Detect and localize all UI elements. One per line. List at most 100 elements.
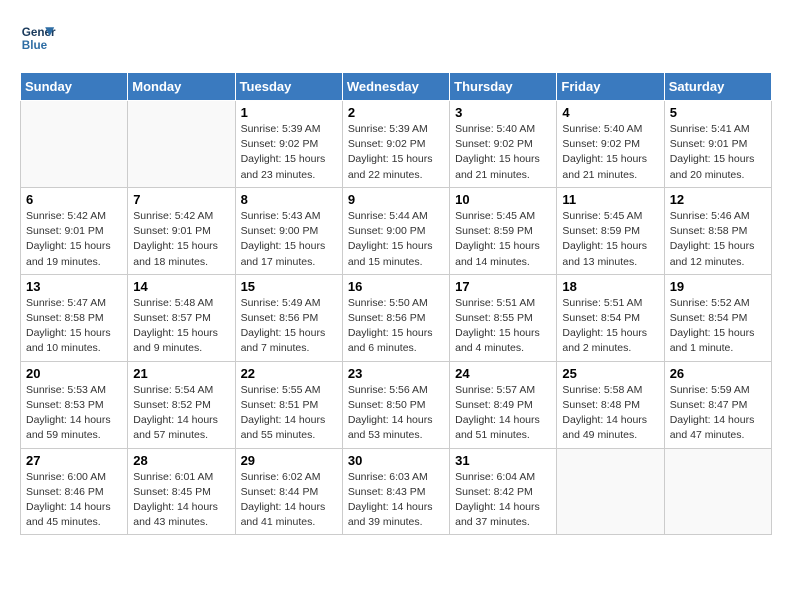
cell-info: Sunrise: 5:52 AMSunset: 8:54 PMDaylight:… — [670, 296, 766, 357]
calendar-cell: 28 Sunrise: 6:01 AMSunset: 8:45 PMDayligh… — [128, 448, 235, 535]
calendar-week-4: 20Sunrise: 5:53 AMSunset: 8:53 PMDayligh… — [21, 361, 772, 448]
calendar-cell: 2 Sunrise: 5:39 AMSunset: 9:02 PMDaylight… — [342, 101, 449, 188]
calendar-cell: 24 Sunrise: 5:57 AMSunset: 8:49 PMDayligh… — [450, 361, 557, 448]
cell-info: Sunrise: 5:45 AMSunset: 8:59 PMDaylight:… — [455, 209, 551, 270]
calendar-header-row: SundayMondayTuesdayWednesdayThursdayFrid… — [21, 73, 772, 101]
calendar-cell — [664, 448, 771, 535]
day-number: 6 — [26, 192, 122, 207]
calendar-cell: 16 Sunrise: 5:50 AMSunset: 8:56 PMDayligh… — [342, 274, 449, 361]
day-number: 3 — [455, 105, 551, 120]
calendar-cell: 18 Sunrise: 5:51 AMSunset: 8:54 PMDayligh… — [557, 274, 664, 361]
cell-info: Sunrise: 5:55 AMSunset: 8:51 PMDaylight:… — [241, 383, 337, 444]
calendar-cell: 1Sunrise: 5:39 AMSunset: 9:02 PMDaylight… — [235, 101, 342, 188]
cell-info: Sunrise: 5:53 AMSunset: 8:53 PMDaylight:… — [26, 383, 122, 444]
cell-info: Sunrise: 5:59 AMSunset: 8:47 PMDaylight:… — [670, 383, 766, 444]
calendar-cell: 5Sunrise: 5:41 AMSunset: 9:01 PMDaylight… — [664, 101, 771, 188]
calendar-cell: 26 Sunrise: 5:59 AMSunset: 8:47 PMDayligh… — [664, 361, 771, 448]
day-header-sunday: Sunday — [21, 73, 128, 101]
day-header-thursday: Thursday — [450, 73, 557, 101]
calendar-cell: 15 Sunrise: 5:49 AMSunset: 8:56 PMDayligh… — [235, 274, 342, 361]
cell-info: Sunrise: 5:42 AMSunset: 9:01 PMDaylight:… — [133, 209, 229, 270]
logo: General Blue — [20, 20, 56, 56]
day-number: 27 — [26, 453, 122, 468]
cell-info: Sunrise: 5:58 AMSunset: 8:48 PMDaylight:… — [562, 383, 658, 444]
cell-info: Sunrise: 5:44 AMSunset: 9:00 PMDaylight:… — [348, 209, 444, 270]
day-number: 1 — [241, 105, 337, 120]
calendar-cell: 10 Sunrise: 5:45 AMSunset: 8:59 PMDayligh… — [450, 187, 557, 274]
day-number: 24 — [455, 366, 551, 381]
calendar-cell: 21 Sunrise: 5:54 AMSunset: 8:52 PMDayligh… — [128, 361, 235, 448]
day-number: 25 — [562, 366, 658, 381]
calendar-table: SundayMondayTuesdayWednesdayThursdayFrid… — [20, 72, 772, 535]
cell-info: Sunrise: 5:51 AMSunset: 8:55 PMDaylight:… — [455, 296, 551, 357]
day-number: 28 — [133, 453, 229, 468]
cell-info: Sunrise: 5:49 AMSunset: 8:56 PMDaylight:… — [241, 296, 337, 357]
day-number: 8 — [241, 192, 337, 207]
cell-info: Sunrise: 5:40 AMSunset: 9:02 PMDaylight:… — [562, 122, 658, 183]
day-number: 26 — [670, 366, 766, 381]
calendar-cell — [557, 448, 664, 535]
cell-info: Sunrise: 5:50 AMSunset: 8:56 PMDaylight:… — [348, 296, 444, 357]
cell-info: Sunrise: 5:57 AMSunset: 8:49 PMDaylight:… — [455, 383, 551, 444]
calendar-week-5: 27 Sunrise: 6:00 AMSunset: 8:46 PMDayligh… — [21, 448, 772, 535]
day-number: 23 — [348, 366, 444, 381]
day-number: 19 — [670, 279, 766, 294]
day-number: 30 — [348, 453, 444, 468]
day-number: 9 — [348, 192, 444, 207]
cell-info: Sunrise: 5:42 AMSunset: 9:01 PMDaylight:… — [26, 209, 122, 270]
calendar-cell: 4 Sunrise: 5:40 AMSunset: 9:02 PMDaylight… — [557, 101, 664, 188]
calendar-cell — [21, 101, 128, 188]
cell-info: Sunrise: 6:04 AMSunset: 8:42 PMDaylight:… — [455, 470, 551, 531]
cell-info: Sunrise: 5:40 AMSunset: 9:02 PMDaylight:… — [455, 122, 551, 183]
calendar-body: 1 Sunrise: 5:39 AMSunset: 9:02 PMDaylight… — [21, 101, 772, 535]
calendar-cell: 11Sunrise: 5:45 AMSunset: 8:59 PMDayligh… — [557, 187, 664, 274]
calendar-cell: 22 Sunrise: 5:55 AMSunset: 8:51 PMDayligh… — [235, 361, 342, 448]
calendar-week-3: 13 Sunrise: 5:47 AMSunset: 8:58 PMDayligh… — [21, 274, 772, 361]
day-header-tuesday: Tuesday — [235, 73, 342, 101]
calendar-week-1: 1 Sunrise: 5:39 AMSunset: 9:02 PMDaylight… — [21, 101, 772, 188]
calendar-cell — [128, 101, 235, 188]
day-number: 16 — [348, 279, 444, 294]
day-number: 29 — [241, 453, 337, 468]
calendar-cell: 29Sunrise: 6:02 AMSunset: 8:44 PMDayligh… — [235, 448, 342, 535]
cell-info: Sunrise: 5:47 AMSunset: 8:58 PMDaylight:… — [26, 296, 122, 357]
day-number: 4 — [562, 105, 658, 120]
day-header-friday: Friday — [557, 73, 664, 101]
day-number: 11 — [562, 192, 658, 207]
day-header-wednesday: Wednesday — [342, 73, 449, 101]
cell-info: Sunrise: 6:03 AMSunset: 8:43 PMDaylight:… — [348, 470, 444, 531]
day-number: 15 — [241, 279, 337, 294]
calendar-cell: 25 Sunrise: 5:58 AMSunset: 8:48 PMDayligh… — [557, 361, 664, 448]
cell-info: Sunrise: 5:54 AMSunset: 8:52 PMDaylight:… — [133, 383, 229, 444]
calendar-cell: 7Sunrise: 5:42 AMSunset: 9:01 PMDaylight… — [128, 187, 235, 274]
page-header: General Blue — [20, 20, 772, 56]
cell-info: Sunrise: 6:01 AMSunset: 8:45 PMDaylight:… — [133, 470, 229, 531]
cell-info: Sunrise: 5:43 AMSunset: 9:00 PMDaylight:… — [241, 209, 337, 270]
calendar-cell: 8 Sunrise: 5:43 AMSunset: 9:00 PMDaylight… — [235, 187, 342, 274]
day-header-monday: Monday — [128, 73, 235, 101]
calendar-cell: 19 Sunrise: 5:52 AMSunset: 8:54 PMDayligh… — [664, 274, 771, 361]
day-number: 21 — [133, 366, 229, 381]
calendar-cell: 14 Sunrise: 5:48 AMSunset: 8:57 PMDayligh… — [128, 274, 235, 361]
cell-info: Sunrise: 5:51 AMSunset: 8:54 PMDaylight:… — [562, 296, 658, 357]
cell-info: Sunrise: 5:46 AMSunset: 8:58 PMDaylight:… — [670, 209, 766, 270]
day-number: 14 — [133, 279, 229, 294]
day-number: 10 — [455, 192, 551, 207]
cell-info: Sunrise: 5:39 AMSunset: 9:02 PMDaylight:… — [348, 122, 444, 183]
calendar-cell: 9 Sunrise: 5:44 AMSunset: 9:00 PMDaylight… — [342, 187, 449, 274]
calendar-cell: 20Sunrise: 5:53 AMSunset: 8:53 PMDayligh… — [21, 361, 128, 448]
calendar-cell: 30 Sunrise: 6:03 AMSunset: 8:43 PMDayligh… — [342, 448, 449, 535]
logo-icon: General Blue — [20, 20, 56, 56]
calendar-cell: 3 Sunrise: 5:40 AMSunset: 9:02 PMDaylight… — [450, 101, 557, 188]
cell-info: Sunrise: 5:48 AMSunset: 8:57 PMDaylight:… — [133, 296, 229, 357]
day-number: 5 — [670, 105, 766, 120]
day-number: 2 — [348, 105, 444, 120]
calendar-cell: 12Sunrise: 5:46 AMSunset: 8:58 PMDayligh… — [664, 187, 771, 274]
calendar-cell: 23Sunrise: 5:56 AMSunset: 8:50 PMDayligh… — [342, 361, 449, 448]
day-number: 13 — [26, 279, 122, 294]
calendar-cell: 27 Sunrise: 6:00 AMSunset: 8:46 PMDayligh… — [21, 448, 128, 535]
day-number: 22 — [241, 366, 337, 381]
cell-info: Sunrise: 6:00 AMSunset: 8:46 PMDaylight:… — [26, 470, 122, 531]
calendar-cell: 17Sunrise: 5:51 AMSunset: 8:55 PMDayligh… — [450, 274, 557, 361]
day-number: 18 — [562, 279, 658, 294]
